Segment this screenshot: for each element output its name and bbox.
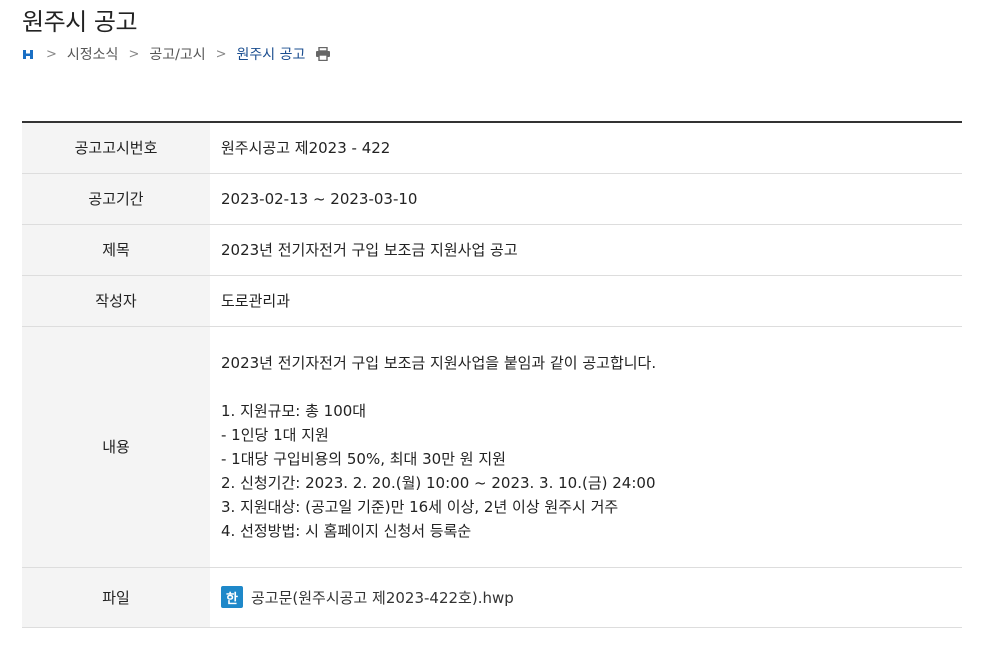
content-line-blank: [221, 375, 962, 399]
row-label-period: 공고기간: [22, 173, 210, 225]
breadcrumb: > 시정소식 > 공고/고시 > 원주시 공고: [22, 44, 331, 64]
hwp-file-icon: 한: [221, 586, 243, 608]
row-value-notice-number: 원주시공고 제2023 - 422: [210, 122, 962, 174]
page-title: 원주시 공고: [22, 8, 138, 36]
row-label-title: 제목: [22, 224, 210, 276]
table-row: 작성자 도로관리과: [22, 275, 962, 327]
row-value-author: 도로관리과: [210, 275, 962, 327]
breadcrumb-item-notice[interactable]: 공고/고시: [149, 44, 205, 64]
chevron-right-icon: >: [215, 46, 227, 62]
attachment-filename: 공고문(원주시공고 제2023-422호).hwp: [251, 588, 514, 607]
chevron-right-icon: >: [46, 46, 57, 62]
table-row: 파일 한 공고문(원주시공고 제2023-422호).hwp: [22, 567, 962, 628]
row-value-title: 2023년 전기자전거 구입 보조금 지원사업 공고: [210, 224, 962, 276]
print-icon[interactable]: [315, 46, 331, 62]
table-row: 공고기간 2023-02-13 ~ 2023-03-10: [22, 173, 962, 225]
content-line: - 1대당 구입비용의 50%, 최대 30만 원 지원: [221, 449, 506, 468]
content-line: 3. 지원대상: (공고일 기준)만 16세 이상, 2년 이상 원주시 거주: [221, 497, 619, 516]
row-value-period: 2023-02-13 ~ 2023-03-10: [210, 173, 962, 225]
row-value-file: 한 공고문(원주시공고 제2023-422호).hwp: [210, 567, 962, 628]
home-icon[interactable]: [22, 48, 34, 60]
table-row: 내용 2023년 전기자전거 구입 보조금 지원사업을 붙임과 같이 공고합니다…: [22, 326, 962, 568]
notice-detail-table: 공고고시번호 원주시공고 제2023 - 422 공고기간 2023-02-13…: [22, 121, 962, 628]
content-line: 2023년 전기자전거 구입 보조금 지원사업을 붙임과 같이 공고합니다.: [221, 353, 657, 372]
chevron-right-icon: >: [128, 46, 140, 62]
row-value-content: 2023년 전기자전거 구입 보조금 지원사업을 붙임과 같이 공고합니다. 1…: [210, 326, 962, 568]
table-row: 제목 2023년 전기자전거 구입 보조금 지원사업 공고: [22, 224, 962, 276]
content-line: 4. 선정방법: 시 홈페이지 신청서 등록순: [221, 521, 472, 540]
row-label-content: 내용: [22, 326, 210, 568]
table-row: 공고고시번호 원주시공고 제2023 - 422: [22, 122, 962, 174]
row-label-notice-number: 공고고시번호: [22, 122, 210, 174]
breadcrumb-item-current[interactable]: 원주시 공고: [237, 44, 306, 64]
content-line: 1. 지원규모: 총 100대: [221, 401, 367, 420]
row-label-file: 파일: [22, 567, 210, 628]
content-body: 2023년 전기자전거 구입 보조금 지원사업을 붙임과 같이 공고합니다. 1…: [221, 327, 962, 567]
attachment-link[interactable]: 한 공고문(원주시공고 제2023-422호).hwp: [221, 586, 514, 608]
content-line: - 1인당 1대 지원: [221, 425, 329, 444]
content-line: 2. 신청기간: 2023. 2. 20.(월) 10:00 ~ 2023. 3…: [221, 473, 656, 492]
row-label-author: 작성자: [22, 275, 210, 327]
breadcrumb-item-news[interactable]: 시정소식: [67, 44, 119, 64]
